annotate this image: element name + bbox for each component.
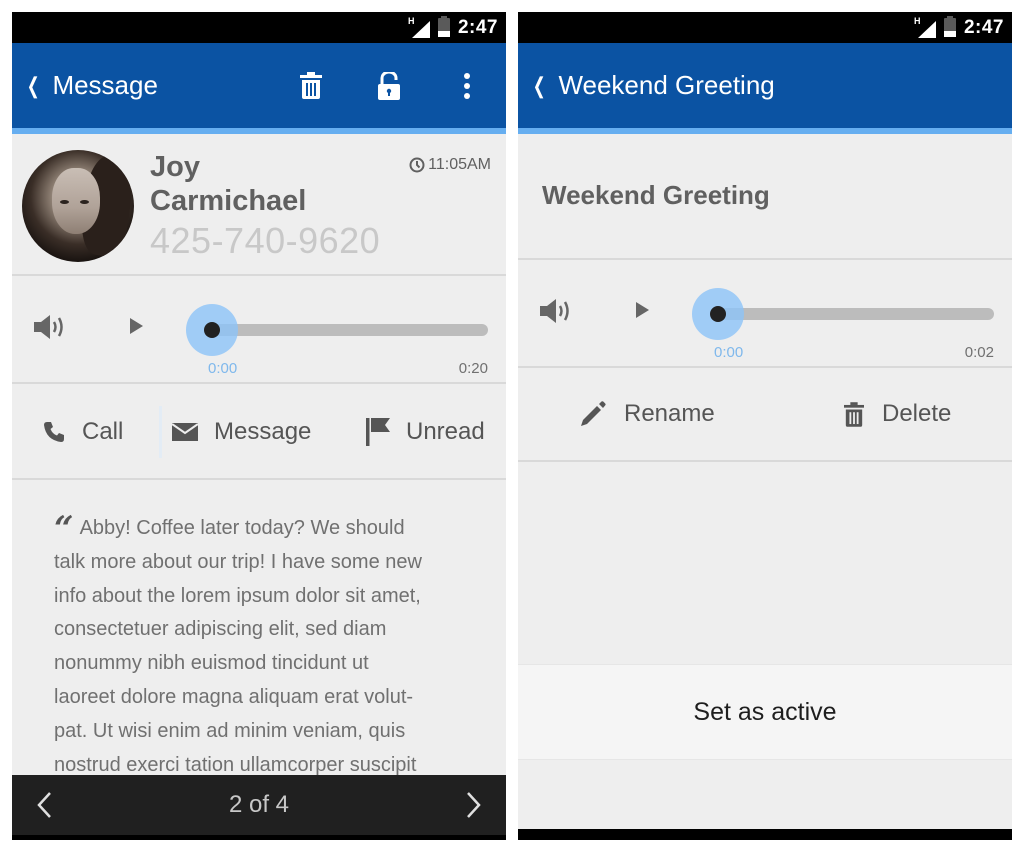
play-icon bbox=[130, 318, 143, 334]
transcript-line: nonummy nibh euismod tincidunt ut bbox=[54, 652, 369, 675]
status-bar: H 2:47 bbox=[518, 12, 1012, 43]
unlock-button[interactable] bbox=[350, 43, 428, 128]
volume-button[interactable] bbox=[34, 314, 68, 345]
contact-phone-number[interactable]: 425-740-9620 bbox=[150, 220, 380, 262]
transcript-line: laoreet dolore magna aliquam erat volut- bbox=[54, 685, 414, 708]
transcript-line: pat. Ut wisi enim ad minim veniam, quis bbox=[54, 719, 406, 742]
greeting-actions: Rename Delete bbox=[518, 368, 1012, 462]
contact-name: Joy Carmichael bbox=[150, 150, 306, 218]
audio-player: 0:00 0:02 bbox=[518, 260, 1012, 368]
signal-icon: H bbox=[914, 16, 936, 38]
divider bbox=[159, 406, 162, 458]
pencil-icon bbox=[581, 401, 606, 426]
contact-last-name: Carmichael bbox=[150, 185, 307, 217]
duration: 0:20 bbox=[458, 360, 488, 377]
chevron-right-icon bbox=[467, 792, 481, 818]
voicemail-message-screen: H 2:47 ❮ Message Joy Carmichael 425-740-… bbox=[12, 12, 506, 840]
delete-label: Delete bbox=[882, 400, 952, 427]
unlock-icon bbox=[378, 71, 400, 100]
duration: 0:02 bbox=[964, 344, 994, 361]
chevron-left-icon: ❮ bbox=[532, 72, 546, 98]
navigation-bar bbox=[518, 829, 1012, 840]
volume-button[interactable] bbox=[540, 298, 574, 329]
back-button[interactable]: ❮ Weekend Greeting bbox=[530, 70, 775, 101]
call-label: Call bbox=[82, 418, 124, 445]
message-transcript: “Abby! Coffee later today? We should tal… bbox=[54, 512, 478, 782]
rename-button[interactable]: Rename bbox=[580, 368, 715, 460]
message-button[interactable]: Message bbox=[172, 386, 311, 478]
app-header: ❮ Message bbox=[12, 43, 506, 134]
greeting-title: Weekend Greeting bbox=[542, 180, 770, 210]
transcript-line: “Abby! Coffee later today? We should bbox=[54, 509, 405, 549]
transcript-line: info about the lorem ipsum dolor sit ame… bbox=[54, 584, 421, 607]
message-pager: 2 of 4 bbox=[12, 775, 506, 840]
message-timestamp: 11:05AM bbox=[409, 156, 491, 174]
speaker-icon bbox=[540, 299, 569, 323]
call-button[interactable]: Call bbox=[42, 386, 123, 478]
current-time: 0:00 bbox=[714, 344, 744, 361]
clock: 2:47 bbox=[457, 16, 498, 38]
greeting-detail-screen: H 2:47 ❮ Weekend Greeting Weekend Greeti… bbox=[518, 12, 1012, 840]
previous-message-button[interactable] bbox=[14, 775, 74, 835]
flag-icon bbox=[366, 418, 390, 446]
trash-icon bbox=[844, 401, 864, 427]
trash-icon bbox=[300, 72, 322, 99]
overflow-menu-button[interactable] bbox=[428, 43, 506, 128]
speaker-icon bbox=[34, 315, 63, 339]
play-icon bbox=[636, 302, 649, 318]
message-label: Message bbox=[214, 418, 312, 445]
battery-icon bbox=[437, 16, 450, 37]
set-as-active-button[interactable]: Set as active bbox=[518, 664, 1012, 760]
page-title: Message bbox=[52, 70, 158, 100]
play-button[interactable] bbox=[636, 302, 649, 323]
rename-label: Rename bbox=[624, 400, 715, 427]
current-time: 0:00 bbox=[208, 360, 238, 377]
play-button[interactable] bbox=[130, 318, 143, 339]
page-indicator: 2 of 4 bbox=[228, 791, 290, 818]
clock-icon bbox=[409, 157, 425, 173]
contact-first-name: Joy bbox=[150, 151, 200, 183]
audio-player: 0:00 0:20 bbox=[12, 276, 506, 384]
seek-bar[interactable] bbox=[714, 308, 994, 320]
next-message-button[interactable] bbox=[444, 775, 504, 835]
seek-thumb[interactable] bbox=[204, 322, 220, 338]
signal-icon: H bbox=[408, 16, 430, 38]
envelope-icon bbox=[172, 423, 198, 441]
clock: 2:47 bbox=[963, 16, 1004, 38]
set-as-active-label: Set as active bbox=[693, 697, 837, 726]
quote-icon: “ bbox=[54, 509, 73, 549]
greeting-title-section: Weekend Greeting bbox=[518, 134, 1012, 260]
transcript-line: consectetuer adipiscing elit, sed diam bbox=[54, 618, 387, 641]
delete-button[interactable]: Delete bbox=[844, 368, 951, 460]
message-actions: Call Message Unread bbox=[12, 386, 506, 480]
back-button[interactable]: ❮ Message bbox=[24, 70, 158, 101]
transcript-line: talk more about our trip! I have some ne… bbox=[54, 550, 422, 573]
contact-card: Joy Carmichael 425-740-9620 11:05AM bbox=[12, 134, 506, 276]
chevron-left-icon bbox=[37, 792, 51, 818]
unread-button[interactable]: Unread bbox=[366, 386, 485, 478]
timestamp-text: 11:05AM bbox=[428, 156, 491, 173]
battery-icon bbox=[943, 16, 956, 37]
status-bar: H 2:47 bbox=[12, 12, 506, 43]
delete-button[interactable] bbox=[272, 43, 350, 128]
overflow-menu-icon bbox=[464, 72, 470, 99]
page-title: Weekend Greeting bbox=[558, 70, 775, 100]
unread-label: Unread bbox=[406, 418, 485, 445]
chevron-left-icon: ❮ bbox=[26, 72, 40, 98]
seek-bar[interactable] bbox=[208, 324, 488, 336]
app-header: ❮ Weekend Greeting bbox=[518, 43, 1012, 134]
avatar bbox=[22, 150, 134, 262]
phone-icon bbox=[44, 422, 64, 442]
seek-thumb[interactable] bbox=[710, 306, 726, 322]
